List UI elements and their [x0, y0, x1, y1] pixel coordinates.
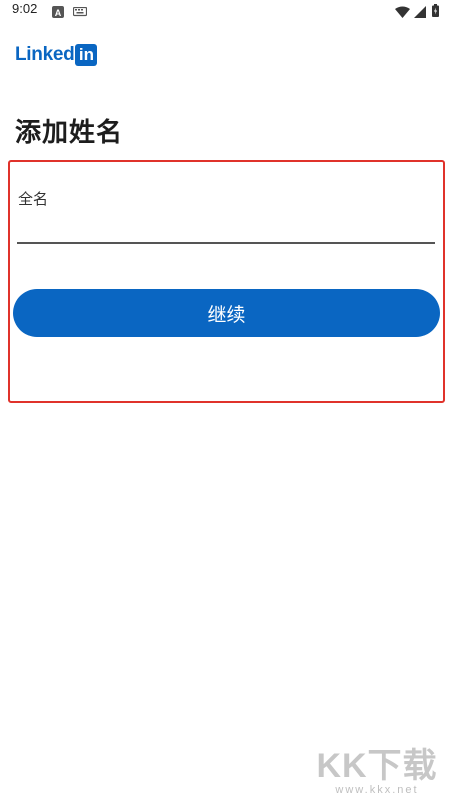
status-bar: 9:02 A	[0, 0, 450, 20]
svg-text:A: A	[55, 8, 62, 18]
logo-in-box: in	[75, 44, 98, 66]
watermark-url: www.kkx.net	[335, 784, 419, 796]
keyboard-icon	[72, 3, 88, 22]
screen: 9:02 A Linked in 添加姓名 全名 继续 KK下载 www.kkx…	[0, 0, 450, 800]
full-name-input[interactable]	[17, 210, 435, 244]
a-badge-icon: A	[52, 3, 64, 22]
status-time: 9:02	[12, 1, 38, 16]
cellular-icon	[414, 3, 426, 22]
linkedin-logo: Linked in	[15, 43, 98, 67]
page-title: 添加姓名	[15, 118, 124, 148]
battery-icon	[432, 2, 439, 21]
logo-text: Linked	[15, 44, 75, 65]
watermark-brand: KK下载	[316, 747, 438, 785]
watermark: KK下载 www.kkx.net	[312, 748, 442, 796]
wifi-icon	[395, 3, 410, 22]
continue-button[interactable]: 继续	[13, 289, 440, 337]
highlight-frame	[8, 160, 445, 403]
full-name-label: 全名	[18, 190, 49, 208]
